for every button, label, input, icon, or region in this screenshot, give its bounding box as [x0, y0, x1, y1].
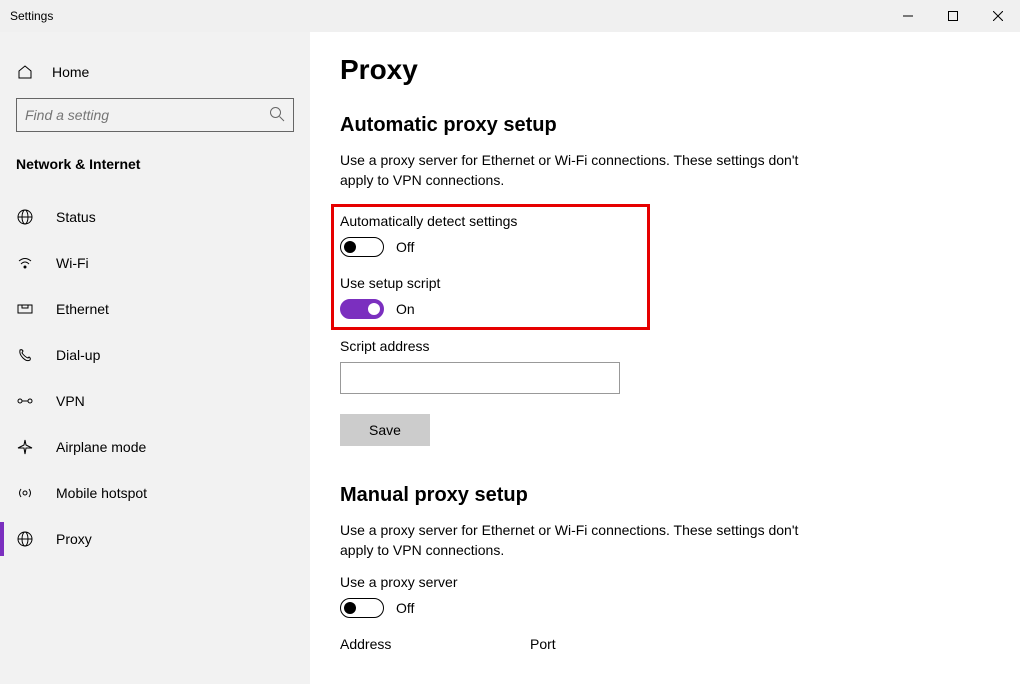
sidebar-item-status[interactable]: Status	[0, 194, 310, 240]
maximize-button[interactable]	[930, 0, 975, 32]
use-script-state: On	[396, 301, 415, 317]
proxy-icon	[16, 531, 34, 547]
port-label: Port	[530, 636, 556, 652]
home-icon	[16, 64, 34, 80]
vpn-icon	[16, 393, 34, 409]
sidebar-item-label: Proxy	[56, 531, 92, 547]
address-label: Address	[340, 636, 490, 652]
sidebar-item-label: Airplane mode	[56, 439, 146, 455]
script-address-label: Script address	[340, 338, 990, 354]
auto-detect-label: Automatically detect settings	[340, 213, 517, 229]
minimize-button[interactable]	[885, 0, 930, 32]
use-proxy-label: Use a proxy server	[340, 574, 990, 590]
sidebar-item-dialup[interactable]: Dial-up	[0, 332, 310, 378]
sidebar-item-hotspot[interactable]: Mobile hotspot	[0, 470, 310, 516]
home-label: Home	[52, 64, 89, 80]
sidebar-item-label: Status	[56, 209, 96, 225]
sidebar-item-airplane[interactable]: Airplane mode	[0, 424, 310, 470]
sidebar-item-label: Mobile hotspot	[56, 485, 147, 501]
script-address-input[interactable]	[340, 362, 620, 394]
hotspot-icon	[16, 485, 34, 501]
sidebar-item-proxy[interactable]: Proxy	[0, 516, 310, 562]
auto-detect-state: Off	[396, 239, 414, 255]
dialup-icon	[16, 347, 34, 363]
sidebar-section-label: Network & Internet	[0, 146, 310, 194]
wifi-icon	[16, 255, 34, 271]
search-icon	[269, 106, 285, 125]
highlight-annotation: Automatically detect settings Off Use se…	[331, 204, 650, 330]
window-controls	[885, 0, 1020, 32]
globe-icon	[16, 209, 34, 225]
auto-proxy-description: Use a proxy server for Ethernet or Wi-Fi…	[340, 151, 810, 190]
close-button[interactable]	[975, 0, 1020, 32]
sidebar-item-ethernet[interactable]: Ethernet	[0, 286, 310, 332]
sidebar-item-label: Dial-up	[56, 347, 100, 363]
sidebar-item-vpn[interactable]: VPN	[0, 378, 310, 424]
sidebar-item-wifi[interactable]: Wi-Fi	[0, 240, 310, 286]
window-title: Settings	[10, 9, 53, 23]
sidebar-item-label: VPN	[56, 393, 85, 409]
sidebar: Home Network & Internet Status Wi-Fi	[0, 32, 310, 684]
home-nav[interactable]: Home	[0, 50, 310, 94]
auto-detect-toggle[interactable]	[340, 237, 384, 257]
page-title: Proxy	[340, 54, 990, 86]
search-input[interactable]	[25, 107, 246, 123]
sidebar-item-label: Ethernet	[56, 301, 109, 317]
manual-proxy-description: Use a proxy server for Ethernet or Wi-Fi…	[340, 521, 810, 560]
manual-proxy-section-title: Manual proxy setup	[340, 484, 990, 507]
title-bar: Settings	[0, 0, 1020, 32]
main-content: Proxy Automatic proxy setup Use a proxy …	[310, 32, 1020, 684]
sidebar-item-label: Wi-Fi	[56, 255, 89, 271]
search-input-container[interactable]	[16, 98, 294, 132]
ethernet-icon	[16, 301, 34, 317]
auto-proxy-section-title: Automatic proxy setup	[340, 114, 990, 137]
use-proxy-state: Off	[396, 600, 414, 616]
use-script-label: Use setup script	[340, 275, 517, 291]
save-button[interactable]: Save	[340, 414, 430, 446]
use-script-toggle[interactable]	[340, 299, 384, 319]
airplane-icon	[16, 439, 34, 455]
use-proxy-toggle[interactable]	[340, 598, 384, 618]
